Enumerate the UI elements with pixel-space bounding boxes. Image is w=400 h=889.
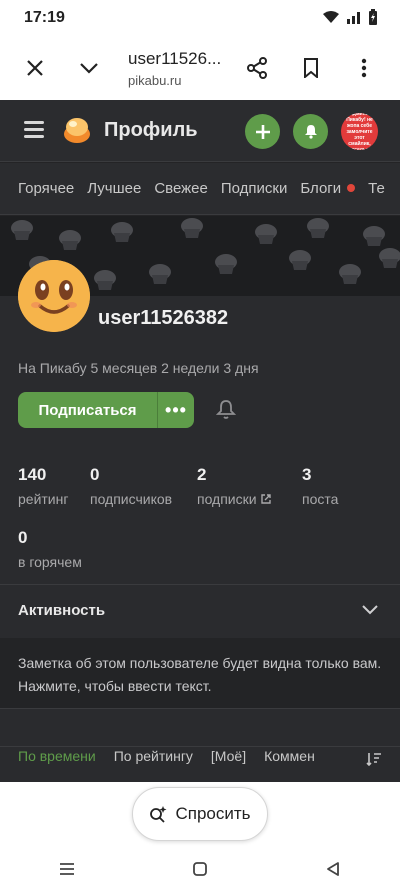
- bottom-area: Спросить: [0, 782, 400, 889]
- subscribe-button-group: Подписаться •••: [18, 392, 194, 428]
- stat-subscriptions-value: 2: [197, 465, 207, 484]
- stat-posts[interactable]: 3 поста: [302, 465, 338, 507]
- tab-blogs-wrap[interactable]: Блоги: [300, 179, 356, 198]
- divider: [0, 708, 400, 709]
- subscribe-button[interactable]: Подписаться: [18, 392, 158, 428]
- more-vertical-icon: [361, 58, 367, 78]
- bookmark-button[interactable]: [293, 50, 329, 86]
- notification-dot: [347, 184, 356, 193]
- close-tab-button[interactable]: [17, 50, 53, 86]
- stat-subscriptions[interactable]: 2 подписки: [197, 465, 272, 507]
- avatar-caption: Админы Пикабу! не жопа себе замолчите эт…: [346, 113, 373, 150]
- membership-duration: На Пикабу 5 месяцев 2 недели 3 дня: [18, 360, 259, 376]
- chevron-down-icon[interactable]: [362, 605, 378, 615]
- tab-best[interactable]: Лучшее: [87, 180, 141, 197]
- sort-by-rating[interactable]: По рейтингу: [114, 748, 193, 782]
- signal-icon: [347, 12, 360, 24]
- stat-followers-label: подписчиков: [90, 491, 173, 507]
- sort-comments[interactable]: Коммен: [264, 748, 315, 782]
- stat-subscriptions-label-wrap: подписки: [197, 491, 272, 507]
- back-icon[interactable]: [325, 861, 341, 877]
- plus-icon: [255, 124, 270, 139]
- site-header: Профиль Админы Пикабу! не жопа себе замо…: [0, 100, 400, 162]
- pikabu-logo-icon[interactable]: [62, 116, 92, 144]
- ask-label: Спросить: [175, 804, 251, 823]
- stat-subscriptions-label: подписки: [197, 491, 257, 507]
- browser-toolbar: user11526... pikabu.ru: [0, 36, 400, 100]
- profile-username: user11526382: [98, 307, 229, 329]
- status-time: 17:19: [24, 9, 65, 26]
- ask-button[interactable]: Спросить: [132, 787, 268, 841]
- stat-posts-label: поста: [302, 491, 339, 507]
- notify-bell-icon[interactable]: [216, 399, 236, 421]
- page-title: user11526...: [128, 49, 222, 68]
- user-note-field[interactable]: Заметка об этом пользователе будет видна…: [0, 638, 400, 708]
- tab-more[interactable]: Те: [368, 180, 385, 197]
- search-sparkle-icon: [150, 806, 167, 823]
- tab-blogs: Блоги: [300, 179, 342, 197]
- bell-icon: [304, 125, 317, 139]
- stat-followers[interactable]: 0 подписчиков: [90, 465, 172, 507]
- divider: [0, 584, 400, 585]
- close-icon: [27, 60, 43, 76]
- notifications-button[interactable]: [293, 114, 328, 149]
- sort-mine[interactable]: [Моё]: [211, 748, 246, 782]
- home-icon[interactable]: [192, 861, 208, 877]
- add-post-button[interactable]: [245, 114, 280, 149]
- share-icon: [247, 57, 267, 79]
- collapse-button[interactable]: [71, 50, 107, 86]
- stat-posts-value: 3: [302, 465, 312, 484]
- feed-tabs: Горячее Лучшее Свежее Подписки Блоги Те: [0, 163, 400, 215]
- hamburger-menu-icon[interactable]: [24, 121, 44, 139]
- stat-rating-value: 140: [18, 465, 47, 484]
- stat-hot: 0 в горячем: [18, 528, 82, 570]
- menu-button[interactable]: [346, 50, 382, 86]
- external-link-icon: [261, 494, 272, 504]
- divider: [0, 746, 400, 747]
- tab-subscriptions[interactable]: Подписки: [221, 180, 288, 197]
- filter-icon[interactable]: [366, 752, 382, 766]
- sort-by-time[interactable]: По времени: [18, 748, 96, 782]
- activity-toggle[interactable]: Активность: [18, 602, 105, 619]
- wifi-icon: [323, 11, 339, 23]
- bookmark-icon: [304, 58, 318, 78]
- more-options-button[interactable]: •••: [158, 392, 194, 428]
- battery-icon: [369, 9, 377, 25]
- tab-hot[interactable]: Горячее: [18, 180, 74, 197]
- sort-tabs: По времени По рейтингу [Моё] Коммен: [0, 748, 400, 782]
- profile-avatar-icon: [18, 260, 90, 332]
- status-bar: 17:19: [0, 0, 400, 36]
- user-avatar[interactable]: Админы Пикабу! не жопа себе замолчите эт…: [341, 113, 378, 150]
- tab-fresh[interactable]: Свежее: [154, 180, 208, 197]
- share-button[interactable]: [239, 50, 275, 86]
- stat-hot-label: в горячем: [18, 554, 82, 570]
- stat-rating: 140 рейтинг: [18, 465, 68, 507]
- stat-followers-value: 0: [90, 465, 100, 484]
- header-title: Профиль: [104, 119, 198, 141]
- system-nav-bar: [0, 848, 400, 889]
- web-content: Профиль Админы Пикабу! не жопа себе замо…: [0, 100, 400, 782]
- recent-apps-icon[interactable]: [59, 862, 75, 876]
- chevron-down-icon: [80, 63, 98, 74]
- stat-rating-label: рейтинг: [18, 491, 69, 507]
- page-url: pikabu.ru: [128, 73, 182, 88]
- status-icons: [322, 9, 378, 25]
- stat-hot-value: 0: [18, 528, 28, 547]
